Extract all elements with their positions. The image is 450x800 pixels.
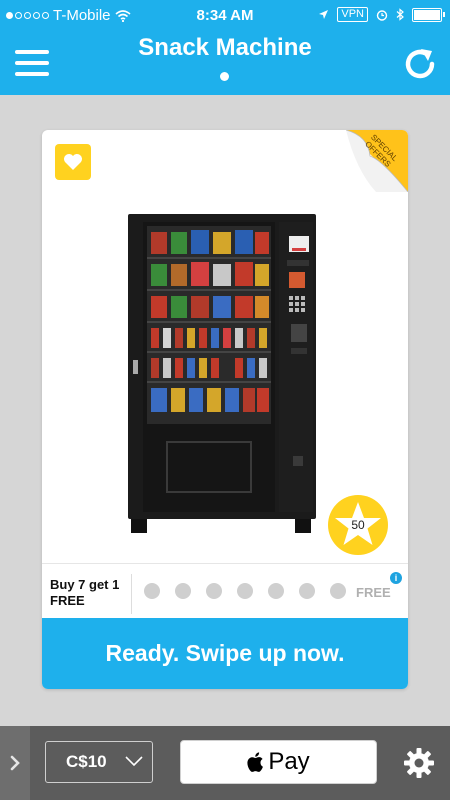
loyalty-stamp bbox=[144, 583, 160, 599]
loyalty-stamp bbox=[299, 583, 315, 599]
machine-card[interactable]: SPECIAL OFFERS 50 Buy 7 get 1 FREE FREE … bbox=[42, 130, 408, 689]
star-points-value: 50 bbox=[351, 518, 365, 532]
app-header: T-Mobile 8:34 AM VPN Snack Machine bbox=[0, 0, 450, 95]
loyalty-stamp bbox=[268, 583, 284, 599]
gear-icon[interactable] bbox=[403, 747, 435, 779]
apple-logo-icon bbox=[247, 752, 264, 772]
chevron-down-icon bbox=[125, 756, 143, 767]
alarm-icon bbox=[376, 9, 388, 21]
amount-select[interactable]: C$10 bbox=[45, 741, 153, 783]
loyalty-stamps bbox=[144, 583, 346, 599]
favorite-button[interactable] bbox=[55, 144, 91, 180]
loyalty-stamp bbox=[330, 583, 346, 599]
free-reward-label: FREE bbox=[356, 585, 391, 600]
expand-button[interactable] bbox=[0, 726, 30, 800]
offer-separator bbox=[131, 574, 132, 614]
vpn-badge: VPN bbox=[337, 7, 368, 22]
loyalty-stamp bbox=[175, 583, 191, 599]
card-divider bbox=[42, 563, 408, 564]
ready-swipe-banner[interactable]: Ready. Swipe up now. bbox=[42, 618, 408, 689]
heart-icon bbox=[64, 154, 82, 170]
bluetooth-icon bbox=[396, 8, 404, 21]
apple-pay-button[interactable]: Pay bbox=[180, 740, 377, 784]
loyalty-stamp bbox=[237, 583, 253, 599]
status-right-icons: VPN bbox=[318, 7, 445, 22]
loyalty-offer-text: Buy 7 get 1 FREE bbox=[50, 577, 120, 608]
status-bar: T-Mobile 8:34 AM VPN bbox=[0, 0, 450, 30]
bottom-bar: C$10 Pay bbox=[0, 726, 450, 800]
page-title: Snack Machine bbox=[138, 34, 312, 61]
amount-value: C$10 bbox=[66, 752, 107, 771]
apple-pay-label: Pay bbox=[268, 748, 310, 775]
vending-machine-image bbox=[128, 214, 316, 533]
location-arrow-icon bbox=[319, 10, 329, 19]
loyalty-stamp bbox=[206, 583, 222, 599]
info-icon[interactable]: i bbox=[390, 572, 402, 584]
page-indicator-dot bbox=[220, 72, 229, 81]
battery-icon bbox=[412, 7, 445, 22]
refresh-icon[interactable] bbox=[402, 46, 438, 82]
chevron-right-icon bbox=[10, 755, 20, 771]
